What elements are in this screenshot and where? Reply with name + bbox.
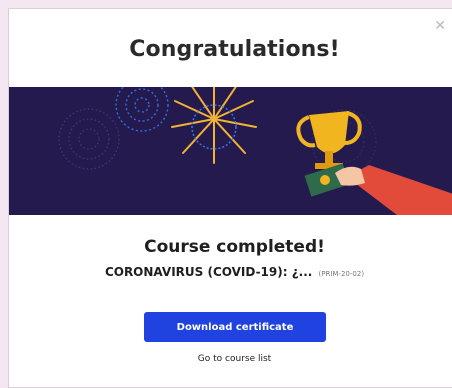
fireworks-trophy-banner — [9, 87, 452, 215]
close-icon[interactable]: ✕ — [434, 19, 446, 33]
modal-title: Congratulations! — [129, 37, 340, 62]
course-code: (PRIM-20-02) — [318, 270, 365, 278]
download-certificate-button[interactable]: Download certificate — [144, 312, 326, 342]
course-title: CORONAVIRUS (COVID-19): ¿... — [104, 265, 313, 279]
course-title-line: CORONAVIRUS (COVID-19): ¿... (PRIM-20-02… — [9, 265, 452, 279]
congratulations-modal: ✕ Congratulations! Course completed! COR… — [8, 8, 452, 388]
course-completed-heading: Course completed! — [144, 237, 325, 257]
fireworks-illustration — [9, 87, 452, 215]
go-to-course-list-link[interactable]: Go to course list — [9, 354, 452, 364]
